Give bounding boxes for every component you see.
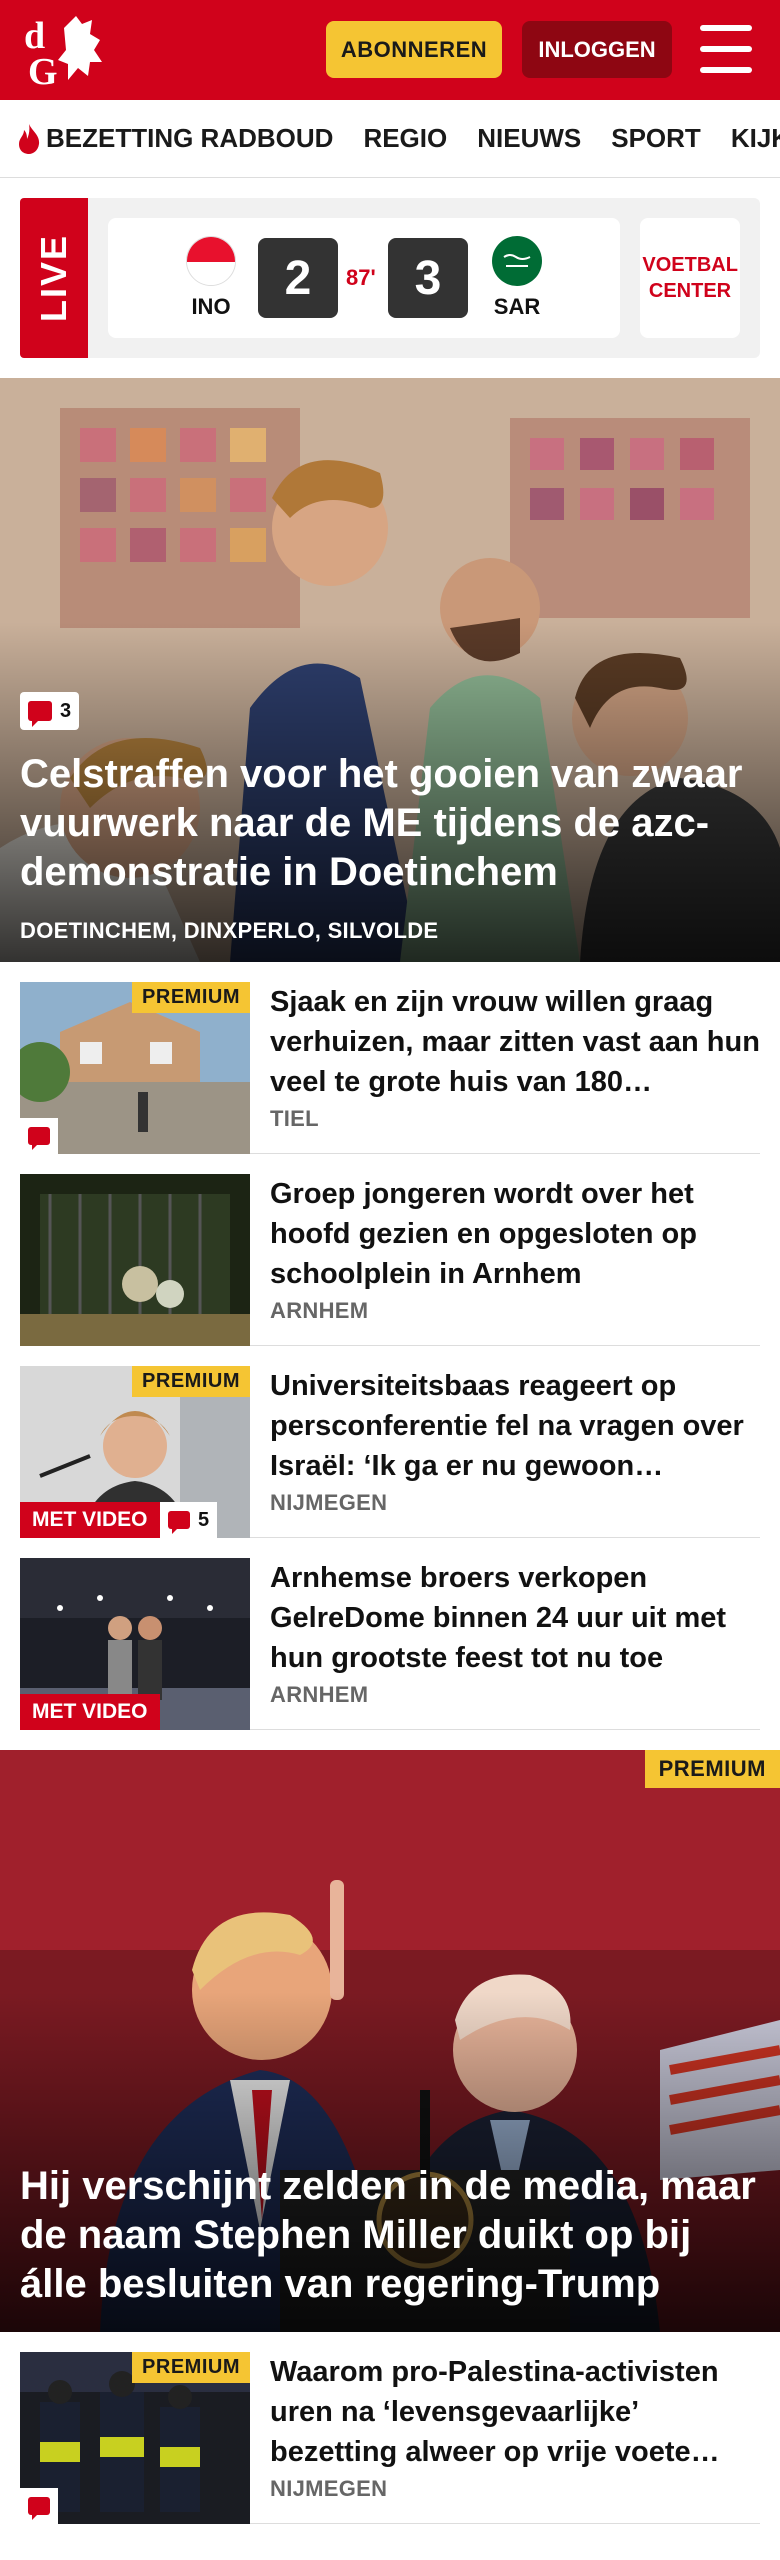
hero-article[interactable]: 3 Celstraffen voor het gooien van zwaar … [0, 378, 780, 962]
live-tag: LIVE [20, 198, 88, 358]
nav-item-sport[interactable]: SPORT [611, 123, 701, 154]
comment-icon [28, 701, 52, 727]
article-thumbnail: MET VIDEO [20, 1558, 250, 1730]
article-location: ARNHEM [270, 1298, 369, 1324]
svg-text:G: G [28, 51, 58, 90]
voetbal-center-button[interactable]: VOETBAL CENTER [640, 218, 740, 338]
list-item[interactable]: Groep jongeren wordt over het hoofd gezi… [20, 1154, 760, 1346]
nav-item-nieuws[interactable]: NIEUWS [477, 123, 581, 154]
article-location: TIEL [270, 1106, 319, 1132]
site-logo[interactable]: d G [20, 10, 110, 90]
comment-badge [20, 2488, 58, 2524]
article-thumbnail [20, 1174, 250, 1346]
article-thumbnail: PREMIUM MET VIDEO 5 [20, 1366, 250, 1538]
article-title[interactable]: Arnhemse broers verkopen GelreDome binne… [270, 1558, 760, 1678]
away-team-name: SAR [493, 294, 541, 319]
subscribe-button[interactable]: ABONNEREN [326, 21, 502, 78]
live-score-widget[interactable]: LIVE INO 2 87' 3 SAR VOETBAL CENTER [20, 198, 760, 358]
saudi-flag-icon [492, 236, 542, 286]
article-list-2: PREMIUM Waarom pro-Palestina-activisten … [0, 2332, 780, 2524]
home-team: INO [176, 236, 246, 320]
score-card[interactable]: INO 2 87' 3 SAR [108, 218, 620, 338]
flame-icon [19, 123, 40, 154]
premium-badge: PREMIUM [644, 1750, 780, 1788]
login-button[interactable]: INLOGGEN [522, 21, 672, 78]
list-item[interactable]: MET VIDEO Arnhemse broers verkopen Gelre… [20, 1538, 760, 1730]
comment-icon [28, 1127, 50, 1150]
list-item[interactable]: PREMIUM Waarom pro-Palestina-activisten … [20, 2332, 760, 2524]
list-item[interactable]: PREMIUM Sjaak en zijn vrouw willen graag… [20, 962, 760, 1154]
comment-icon [168, 1511, 190, 1534]
list-item[interactable]: PREMIUM MET VIDEO 5 Universiteitsbaas re… [20, 1346, 760, 1538]
hero-title[interactable]: Celstraffen voor het gooien van zwaar vu… [20, 750, 760, 896]
away-team: SAR [482, 236, 552, 320]
indonesia-flag-icon [186, 236, 236, 286]
premium-badge: PREMIUM [132, 1366, 250, 1397]
home-team-name: INO [191, 294, 231, 319]
nav-item-label: BEZETTING RADBOUD [46, 123, 334, 153]
article-location: NIJMEGEN [270, 2476, 388, 2502]
comment-icon [28, 2497, 50, 2520]
article-title[interactable]: Universiteitsbaas reageert op persconfer… [270, 1366, 760, 1486]
article-list: PREMIUM Sjaak en zijn vrouw willen graag… [0, 962, 780, 1730]
premium-badge: PREMIUM [132, 2352, 250, 2383]
hamburger-menu-icon[interactable] [700, 25, 752, 73]
site-header: d G ABONNEREN INLOGGEN [0, 0, 780, 100]
article-title[interactable]: Groep jongeren wordt over het hoofd gezi… [270, 1174, 760, 1294]
match-minute: 87' [346, 265, 376, 290]
away-score: 3 [388, 238, 468, 318]
hero-locations: DOETINCHEM, DINXPERLO, SILVOLDE [20, 918, 439, 943]
comment-badge [20, 1118, 58, 1154]
article-thumbnail: PREMIUM [20, 2352, 250, 2524]
nav-item-kijk[interactable]: KIJK [731, 123, 780, 154]
article-title[interactable]: Waarom pro-Palestina-activisten uren na … [270, 2352, 760, 2472]
article-location: ARNHEM [270, 1682, 369, 1708]
featured-article[interactable]: PREMIUM Hij verschijnt zelden in de medi… [0, 1750, 780, 2332]
main-nav: BEZETTING RADBOUD REGIO NIEUWS SPORT KIJ… [0, 100, 780, 178]
premium-badge: PREMIUM [132, 982, 250, 1013]
video-badge: MET VIDEO [20, 1502, 160, 1538]
article-thumbnail: PREMIUM [20, 982, 250, 1154]
logo-icon: d G [24, 15, 102, 90]
video-badge: MET VIDEO [20, 1694, 160, 1730]
nav-item-regio[interactable]: REGIO [363, 123, 447, 154]
comment-badge: 5 [160, 1502, 218, 1538]
nav-item-bezetting-radboud[interactable]: BEZETTING RADBOUD [16, 123, 333, 155]
article-title[interactable]: Sjaak en zijn vrouw willen graag verhuiz… [270, 982, 760, 1102]
hero-comment-count: 3 [20, 692, 80, 730]
article-location: NIJMEGEN [270, 1490, 388, 1516]
featured-title[interactable]: Hij verschijnt zelden in de media, maar … [20, 2162, 760, 2308]
home-score: 2 [258, 238, 338, 318]
